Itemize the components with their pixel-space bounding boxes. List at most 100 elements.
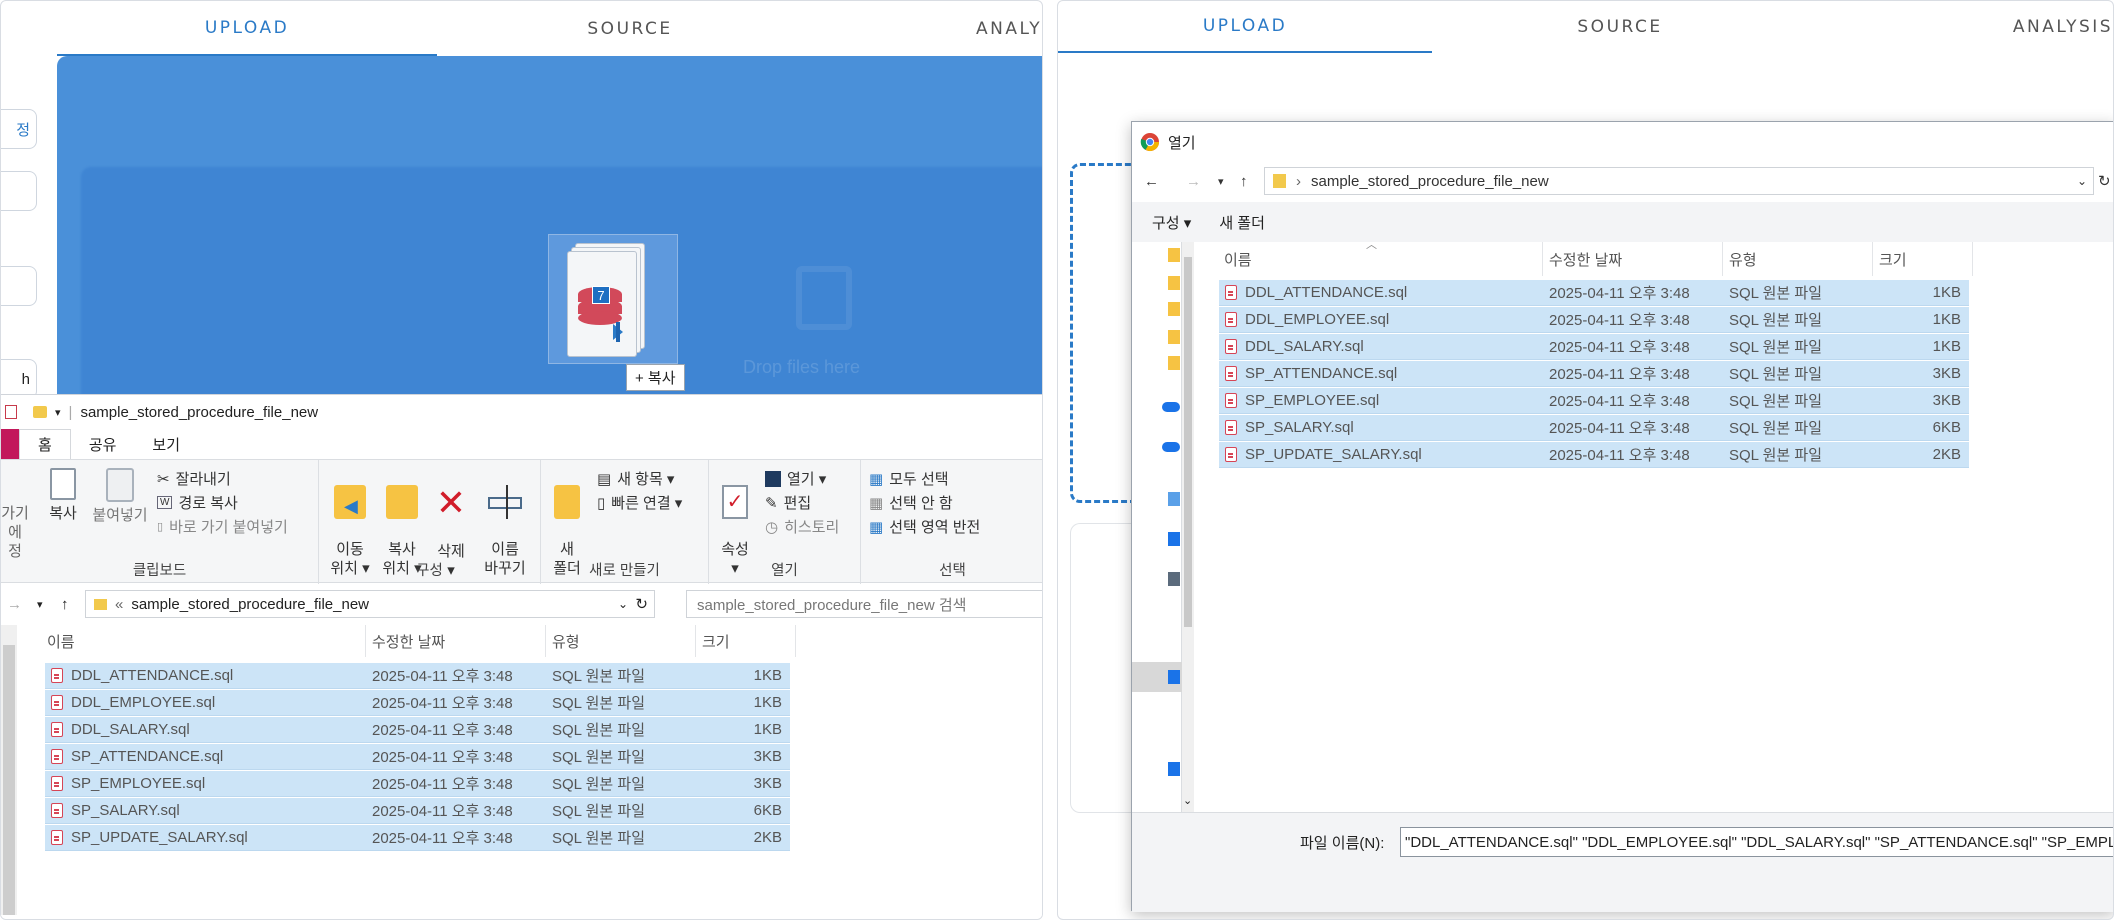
file-size: 3KB xyxy=(1932,392,1961,409)
folder-icon[interactable] xyxy=(1168,330,1180,344)
dialog-address-input[interactable]: › sample_stored_procedure_file_new ⌄ xyxy=(1264,167,2094,195)
tab-upload[interactable]: UPLOAD xyxy=(57,1,437,56)
column-header-name[interactable]: 이름 xyxy=(1218,242,1543,276)
history-button[interactable]: ◷ 히스토리 xyxy=(765,516,839,537)
open-button[interactable]: 열기 ▾ xyxy=(765,468,826,489)
table-row[interactable]: SP_SALARY.sql 2025-04-11 오후 3:48 SQL 원본 파일… xyxy=(1219,415,1969,441)
copy-path-button[interactable]: W 경로 복사 xyxy=(157,492,238,513)
network-icon[interactable] xyxy=(1168,762,1180,776)
drive-icon[interactable] xyxy=(1168,670,1180,684)
address-dropdown-icon[interactable]: ⌄ xyxy=(618,597,628,611)
new-item-button[interactable]: ▤ 새 항목 ▾ xyxy=(597,468,674,489)
recent-dropdown-icon[interactable]: ▾ xyxy=(1218,175,1224,188)
side-button-settings[interactable]: 정 xyxy=(1,109,37,149)
refresh-icon[interactable]: ↻ xyxy=(635,595,648,613)
file-type: SQL 원본 파일 xyxy=(1729,393,1822,410)
search-input[interactable]: sample_stored_procedure_file_new 검색 xyxy=(686,590,1042,618)
onedrive-icon[interactable] xyxy=(1162,402,1180,412)
onedrive-icon[interactable] xyxy=(1162,442,1180,452)
back-icon[interactable]: ← xyxy=(1144,173,1159,190)
column-header-type[interactable]: 유형 xyxy=(546,625,696,657)
table-row[interactable]: DDL_EMPLOYEE.sql 2025-04-11 오후 3:48 SQL 원본… xyxy=(45,690,790,716)
table-row[interactable]: SP_UPDATE_SALARY.sql 2025-04-11 오후 3:48 SQ… xyxy=(45,825,790,851)
ribbon-tab-view[interactable]: 보기 xyxy=(134,429,198,459)
ribbon-tab-home[interactable]: 홈 xyxy=(19,429,71,459)
folder-icon[interactable] xyxy=(1168,302,1180,316)
file-date: 2025-04-11 오후 3:48 xyxy=(1549,366,1690,383)
column-header-date[interactable]: 수정한 날짜 xyxy=(1543,242,1723,276)
column-header-date[interactable]: 수정한 날짜 xyxy=(366,625,546,657)
download-icon[interactable] xyxy=(1168,532,1180,546)
side-button-3[interactable] xyxy=(1,266,37,306)
invert-selection-button[interactable]: ▦ 선택 영역 반전 xyxy=(869,516,980,537)
file-type: SQL 원본 파일 xyxy=(552,776,645,793)
file-tab-marker[interactable] xyxy=(1,429,19,459)
address-dropdown-icon[interactable]: ⌄ xyxy=(2077,174,2087,188)
paste-button[interactable]: 붙여넣기 xyxy=(89,468,151,525)
side-button-2[interactable] xyxy=(1,171,37,211)
table-row[interactable]: DDL_SALARY.sql 2025-04-11 오후 3:48 SQL 원본 파… xyxy=(1219,334,1969,360)
drag-ghost: 7 xyxy=(548,234,678,364)
recent-dropdown-icon[interactable]: ▾ xyxy=(37,598,43,611)
table-row[interactable]: SP_SALARY.sql 2025-04-11 오후 3:48 SQL 원본 파일… xyxy=(45,798,790,824)
folder-icon[interactable] xyxy=(1168,276,1180,290)
easy-access-button[interactable]: ▯ 빠른 연결 ▾ xyxy=(597,492,682,513)
tree-scrollbar-thumb[interactable] xyxy=(1184,257,1192,627)
table-row[interactable]: SP_EMPLOYEE.sql 2025-04-11 오후 3:48 SQL 원본 … xyxy=(1219,388,1969,414)
ribbon-tab-share[interactable]: 공유 xyxy=(71,429,135,459)
tab-analysis[interactable]: ANALYS xyxy=(976,1,1042,56)
dialog-file-list: 이름 수정한 날짜 유형 크기 ︿ DDL_ATTENDANCE.sql 2025… xyxy=(1194,239,2113,812)
tab-upload[interactable]: UPLOAD xyxy=(1058,1,1432,53)
pc-icon[interactable] xyxy=(1168,492,1180,506)
table-row[interactable]: SP_EMPLOYEE.sql 2025-04-11 오후 3:48 SQL 원본 … xyxy=(45,771,790,797)
tab-analysis[interactable]: ANALYSIS xyxy=(1808,1,2113,53)
shortcut-icon: ▯ xyxy=(157,521,164,533)
right-tab-bar: UPLOAD SOURCE ANALYSIS xyxy=(1058,1,2113,56)
tab-source[interactable]: SOURCE xyxy=(437,1,823,56)
folder-icon[interactable] xyxy=(1168,248,1180,262)
edit-button[interactable]: ✎ 편집 xyxy=(765,492,811,513)
new-folder-button[interactable]: 새 폴더 xyxy=(1219,212,1265,233)
table-row[interactable]: SP_ATTENDANCE.sql 2025-04-11 오후 3:48 SQL 원… xyxy=(45,744,790,770)
file-list: 이름 수정한 날짜 유형 크기 DDL_ATTENDANCE.sql 2025-0… xyxy=(1,625,1042,919)
sql-file-icon xyxy=(1225,366,1237,381)
side-button-search[interactable]: h xyxy=(1,359,37,399)
table-row[interactable]: SP_UPDATE_SALARY.sql 2025-04-11 오후 3:48 SQ… xyxy=(1219,442,1969,468)
tab-source[interactable]: SOURCE xyxy=(1432,1,1808,53)
explorer-title: sample_stored_procedure_file_new xyxy=(80,403,319,421)
folder-icon[interactable] xyxy=(1168,356,1180,370)
checkbox-icon[interactable] xyxy=(5,405,17,419)
select-none-button[interactable]: ▦ 선택 안 함 xyxy=(869,492,953,513)
pin-quick-access-button[interactable]: 가기에 정 xyxy=(1,504,35,561)
dialog-title-bar: 열기 xyxy=(1140,130,1196,154)
paste-shortcut-button[interactable]: ▯ 바로 가기 붙여넣기 xyxy=(157,516,288,537)
table-row[interactable]: DDL_ATTENDANCE.sql 2025-04-11 오후 3:48 SQL … xyxy=(45,663,790,689)
column-header-size[interactable]: 크기 xyxy=(1873,242,1973,276)
up-arrow-icon[interactable]: ↑ xyxy=(1240,173,1248,190)
file-name: SP_ATTENDANCE.sql xyxy=(1245,365,1398,382)
file-date: 2025-04-11 오후 3:48 xyxy=(372,695,513,712)
scroll-down-icon[interactable]: ⌄ xyxy=(1183,794,1192,807)
table-row[interactable]: DDL_EMPLOYEE.sql 2025-04-11 오후 3:48 SQL 원본… xyxy=(1219,307,1969,333)
dropdown-icon[interactable]: ▾ xyxy=(55,406,61,419)
column-header-type[interactable]: 유형 xyxy=(1723,242,1873,276)
forward-icon[interactable]: → xyxy=(7,596,22,613)
table-row[interactable]: DDL_ATTENDANCE.sql 2025-04-11 오후 3:48 SQL … xyxy=(1219,280,1969,306)
forward-icon[interactable]: → xyxy=(1186,173,1201,190)
documents-icon[interactable] xyxy=(1168,572,1180,586)
address-input[interactable]: « sample_stored_procedure_file_new ⌄ ↻ xyxy=(85,590,655,618)
table-row[interactable]: SP_ATTENDANCE.sql 2025-04-11 오후 3:48 SQL 원… xyxy=(1219,361,1969,387)
vertical-scrollbar[interactable] xyxy=(1,625,17,915)
copy-button[interactable]: 복사 xyxy=(43,468,83,523)
up-arrow-icon[interactable]: ↑ xyxy=(61,596,69,613)
cut-button[interactable]: ✂ 잘라내기 xyxy=(157,468,231,489)
upload-file-icon xyxy=(796,266,852,330)
filename-input[interactable]: "DDL_ATTENDANCE.sql" "DDL_EMPLOYEE.sql" … xyxy=(1400,827,2113,857)
select-all-button[interactable]: ▦ 모두 선택 xyxy=(869,468,949,489)
column-header-name[interactable]: 이름 xyxy=(41,625,366,657)
table-row[interactable]: DDL_SALARY.sql 2025-04-11 오후 3:48 SQL 원본 파… xyxy=(45,717,790,743)
organize-button[interactable]: 구성 ▾ xyxy=(1152,212,1191,233)
refresh-icon[interactable]: ↻ xyxy=(2098,172,2111,190)
column-header-size[interactable]: 크기 xyxy=(696,625,796,657)
file-name: SP_SALARY.sql xyxy=(71,802,180,819)
